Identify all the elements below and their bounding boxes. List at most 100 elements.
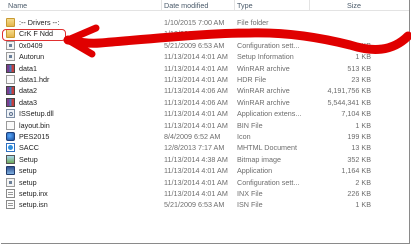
- file-size: 1 KB: [355, 52, 371, 62]
- file-size: 21 KB: [351, 40, 371, 50]
- config-file-icon: [6, 40, 15, 50]
- file-row[interactable]: PES2015 8/4/2009 6:52 AM Icon 199 KB: [1, 131, 409, 142]
- column-header-date[interactable]: Date modified: [164, 1, 208, 10]
- file-name: setup.inx: [19, 189, 48, 198]
- file-row[interactable]: ISSetup.dll 11/13/2014 4:01 AM Application…: [1, 108, 409, 119]
- file-date-modified: 1/10/2015 6:55 AM: [164, 29, 225, 39]
- file-name: PES2015: [19, 132, 50, 141]
- file-size: 226 KB: [347, 189, 371, 198]
- file-name: ISSetup.dll: [19, 109, 54, 119]
- file-size: 5,544,341 KB: [327, 97, 371, 107]
- file-type: WinRAR archive: [237, 97, 290, 107]
- file-date-modified: 12/8/2013 7:17 AM: [164, 143, 225, 153]
- file-date-modified: 11/13/2014 4:01 AM: [164, 120, 228, 130]
- column-header-type[interactable]: Type: [237, 1, 253, 10]
- file-type: File folder: [237, 18, 269, 27]
- file-row[interactable]: setup 11/13/2014 4:01 AM Application 1,164 …: [1, 165, 409, 176]
- file-type: WinRAR archive: [237, 63, 290, 73]
- file-date-modified: 1/10/2015 7:00 AM: [164, 18, 225, 27]
- file-size: 7,104 KB: [341, 109, 371, 119]
- application-icon: [6, 166, 15, 176]
- column-header-size[interactable]: Size: [347, 1, 361, 10]
- winrar-archive-icon: [6, 97, 15, 107]
- file-size: 4,191,756 KB: [327, 86, 371, 96]
- annotation-highlight-box: [2, 29, 66, 41]
- file-date-modified: 11/13/2014 4:06 AM: [164, 97, 228, 107]
- file-name: data2: [19, 86, 37, 96]
- file-type: Application extens...: [237, 109, 302, 119]
- file-row[interactable]: setup.isn 5/21/2009 6:53 AM ISN File 1 KB: [1, 199, 409, 210]
- document-icon: [6, 75, 15, 84]
- file-date-modified: 11/13/2014 4:38 AM: [164, 154, 228, 164]
- file-name: setup: [19, 177, 37, 187]
- file-size: 23 KB: [351, 75, 371, 84]
- file-date-modified: 11/13/2014 4:01 AM: [164, 52, 228, 62]
- file-name: 0x0409: [19, 40, 43, 50]
- file-type: MHTML Document: [237, 143, 298, 153]
- column-header-row: Name Date modified Type Size: [1, 0, 409, 11]
- file-row[interactable]: :-- Drivers --: 1/10/2015 7:00 AM File fol…: [1, 17, 409, 28]
- file-size: 1 KB: [355, 120, 371, 130]
- html-document-icon: [6, 143, 15, 153]
- file-type: HDR File: [237, 75, 267, 84]
- winrar-archive-icon: [6, 86, 15, 96]
- file-row[interactable]: setup 11/13/2014 4:01 AM Configuration set…: [1, 177, 409, 188]
- config-file-icon: [6, 52, 15, 62]
- file-name: setup: [19, 166, 37, 176]
- ini-file-icon: [6, 200, 15, 210]
- file-row[interactable]: layout.bin 11/13/2014 4:01 AM BIN File 1 KB: [1, 120, 409, 131]
- file-date-modified: 11/13/2014 4:06 AM: [164, 86, 228, 96]
- file-name: setup.isn: [19, 200, 48, 210]
- file-type: BIN File: [237, 120, 263, 130]
- column-divider[interactable]: [309, 0, 310, 10]
- file-size: 352 KB: [347, 154, 371, 164]
- file-size: 13 KB: [351, 143, 371, 153]
- winrar-archive-icon: [6, 63, 15, 73]
- file-type: Configuration sett...: [237, 40, 300, 50]
- file-row[interactable]: SACC 12/8/2013 7:17 AM MHTML Document 13 KB: [1, 142, 409, 153]
- file-size: 1 KB: [355, 200, 371, 210]
- config-file-icon: [6, 177, 15, 187]
- file-date-modified: 5/21/2009 6:53 AM: [164, 40, 225, 50]
- file-type: File folder: [237, 29, 269, 39]
- file-type: INX File: [237, 189, 263, 198]
- file-name: data1.hdr: [19, 75, 50, 84]
- file-type: WinRAR archive: [237, 86, 290, 96]
- file-type: Icon: [237, 132, 251, 141]
- file-name: :-- Drivers --:: [19, 18, 60, 27]
- file-type: Bitmap image: [237, 154, 281, 164]
- file-date-modified: 11/13/2014 4:01 AM: [164, 75, 228, 84]
- file-date-modified: 11/13/2014 4:01 AM: [164, 177, 228, 187]
- file-name: Autorun: [19, 52, 45, 62]
- file-name: SACC: [19, 143, 39, 153]
- file-row[interactable]: data1 11/13/2014 4:01 AM WinRAR archive 513…: [1, 63, 409, 74]
- file-row[interactable]: data2 11/13/2014 4:06 AM WinRAR archive 4,1…: [1, 85, 409, 96]
- file-date-modified: 5/21/2009 6:53 AM: [164, 200, 225, 210]
- document-icon: [6, 120, 15, 130]
- file-row[interactable]: setup.inx 11/13/2014 4:01 AM INX File 226 K…: [1, 188, 409, 199]
- folder-icon: [6, 18, 15, 27]
- file-row[interactable]: data1.hdr 11/13/2014 4:01 AM HDR File 23 KB: [1, 74, 409, 85]
- file-type: Setup Information: [237, 52, 294, 62]
- file-type: Configuration sett...: [237, 177, 300, 187]
- ini-file-icon: [6, 189, 15, 198]
- bitmap-image-icon: [6, 154, 15, 164]
- column-divider[interactable]: [161, 0, 162, 10]
- file-row[interactable]: Setup 11/13/2014 4:38 AM Bitmap image 352 K…: [1, 154, 409, 165]
- column-divider[interactable]: [234, 0, 235, 10]
- file-date-modified: 11/13/2014 4:01 AM: [164, 63, 228, 73]
- file-type: Application: [237, 166, 273, 176]
- file-date-modified: 11/13/2014 4:01 AM: [164, 166, 228, 176]
- file-row[interactable]: 0x0409 5/21/2009 6:53 AM Configuration set…: [1, 40, 409, 51]
- file-row[interactable]: data3 11/13/2014 4:06 AM WinRAR archive 5,5…: [1, 97, 409, 108]
- file-date-modified: 11/13/2014 4:01 AM: [164, 189, 228, 198]
- file-size: 1,164 KB: [341, 166, 371, 176]
- column-header-name[interactable]: Name: [8, 1, 27, 10]
- pes-app-icon: [6, 132, 15, 141]
- file-row[interactable]: Autorun 11/13/2014 4:01 AM Setup Informati…: [1, 51, 409, 62]
- file-type: ISN File: [237, 200, 263, 210]
- file-size: 513 KB: [347, 63, 371, 73]
- file-size: 199 KB: [347, 132, 371, 141]
- file-size: 2 KB: [355, 177, 371, 187]
- file-name: Setup: [19, 154, 38, 164]
